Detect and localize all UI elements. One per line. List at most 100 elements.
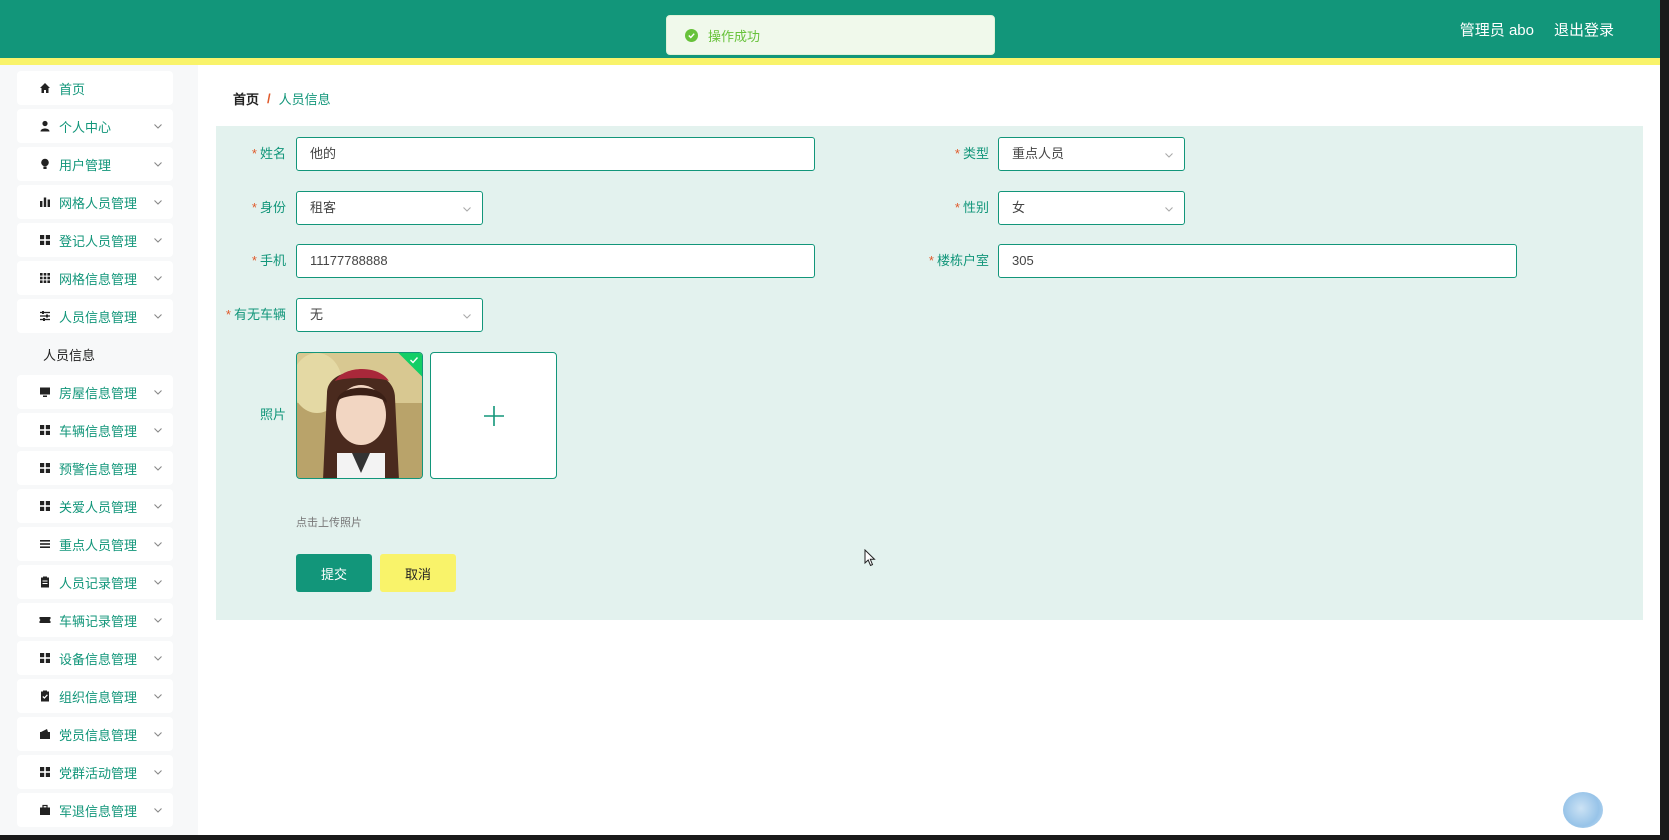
sidebar-item-vehicle-records[interactable]: 车辆记录管理	[17, 603, 173, 637]
sidebar-item-label: 网格信息管理	[59, 271, 138, 287]
sidebar-item-label: 登记人员管理	[59, 233, 138, 249]
sidebar-item-care-staff[interactable]: 关爱人员管理	[17, 489, 173, 523]
sidebar-item-person-records[interactable]: 人员记录管理	[17, 565, 173, 599]
type-select[interactable]: 重点人员	[998, 137, 1185, 171]
grid-icon	[40, 653, 50, 663]
chevron-down-icon	[154, 542, 162, 547]
sidebar-item-key-staff[interactable]: 重点人员管理	[17, 527, 173, 561]
vehicle-select[interactable]: 无	[296, 298, 483, 332]
window-bottom-edge	[0, 835, 1669, 840]
grid-icon	[40, 235, 50, 245]
briefcase-icon	[40, 804, 50, 815]
user-icon	[40, 120, 50, 132]
breadcrumb: 首页 / 人员信息	[233, 89, 331, 108]
sidebar-item-device-info[interactable]: 设备信息管理	[17, 641, 173, 675]
chevron-down-icon	[154, 618, 162, 623]
sidebar-item-home[interactable]: 首页	[17, 71, 173, 105]
chevron-down-icon	[154, 466, 162, 471]
sidebar-item-label: 个人中心	[59, 119, 112, 135]
chevron-down-icon	[154, 238, 162, 243]
chevron-down-icon	[154, 732, 162, 737]
logout-link[interactable]: 退出登录	[1554, 19, 1614, 40]
chevron-down-icon	[154, 694, 162, 699]
ticket-icon	[39, 617, 51, 623]
type-label: * 类型	[954, 146, 989, 161]
identity-select[interactable]: 租客	[296, 191, 483, 225]
mouse-cursor-icon	[864, 549, 876, 567]
sidebar-item-label: 人员记录管理	[59, 575, 138, 591]
sidebar-item-label: 房屋信息管理	[59, 385, 138, 401]
monitor-icon	[40, 387, 50, 397]
sliders-icon	[40, 311, 50, 321]
grid-dots-icon	[40, 273, 50, 283]
chevron-down-icon	[154, 808, 162, 813]
gender-label: * 性别	[954, 200, 989, 215]
sidebar-item-registered-staff[interactable]: 登记人员管理	[17, 223, 173, 257]
room-input[interactable]: 305	[998, 244, 1517, 278]
photo-upload-button[interactable]	[430, 352, 557, 479]
breadcrumb-home-link[interactable]: 首页	[233, 89, 259, 108]
uploaded-photo-thumbnail[interactable]	[296, 352, 423, 479]
header-user-area: 管理员 abo 退出登录	[1460, 19, 1614, 40]
chevron-down-icon	[154, 314, 162, 319]
sidebar-item-grid-staff[interactable]: 网格人员管理	[17, 185, 173, 219]
gender-select[interactable]: 女	[998, 191, 1185, 225]
chevron-down-icon	[154, 428, 162, 433]
floating-assistant-icon[interactable]	[1563, 792, 1603, 828]
success-toast: 操作成功	[666, 15, 995, 55]
chevron-down-icon	[463, 207, 471, 212]
sidebar-item-label: 关爱人员管理	[59, 499, 138, 515]
window-right-edge	[1660, 0, 1669, 840]
sidebar-item-veteran-info[interactable]: 军退信息管理	[17, 793, 173, 827]
breadcrumb-separator: /	[267, 91, 271, 106]
sidebar-item-house-info[interactable]: 房屋信息管理	[17, 375, 173, 409]
submit-button[interactable]: 提交	[296, 554, 372, 592]
sidebar-item-label: 首页	[59, 81, 86, 97]
chevron-down-icon	[154, 504, 162, 509]
sidebar-item-party-member-info[interactable]: 党员信息管理	[17, 717, 173, 751]
bulb-icon	[41, 158, 49, 169]
name-input[interactable]: 他的	[296, 137, 815, 171]
admin-user-label: 管理员 abo	[1459, 22, 1534, 39]
home-icon	[40, 83, 50, 93]
list-icon	[40, 540, 50, 548]
identity-label: * 身份	[251, 200, 286, 215]
chevron-down-icon	[463, 314, 471, 319]
toast-message: 操作成功	[708, 28, 761, 44]
chevron-down-icon	[154, 656, 162, 661]
vehicle-label: * 有无车辆	[225, 307, 286, 322]
sidebar-item-label: 组织信息管理	[59, 689, 138, 705]
wallet-icon	[40, 729, 50, 739]
sidebar-item-label: 人员信息管理	[59, 309, 138, 325]
clipboard-check-icon	[41, 690, 49, 702]
sidebar-item-user-management[interactable]: 用户管理	[17, 147, 173, 181]
phone-input[interactable]: 11177788888	[296, 244, 815, 278]
sidebar-item-vehicle-info[interactable]: 车辆信息管理	[17, 413, 173, 447]
sidebar-subitem-person-info[interactable]: 人员信息	[17, 337, 173, 371]
sidebar-item-warning-info[interactable]: 预警信息管理	[17, 451, 173, 485]
sidebar-item-personal-center[interactable]: 个人中心	[17, 109, 173, 143]
sidebar-item-label: 车辆记录管理	[59, 613, 138, 629]
sidebar-item-organization-info[interactable]: 组织信息管理	[17, 679, 173, 713]
grid-icon	[40, 501, 50, 511]
chevron-down-icon	[154, 580, 162, 585]
grid-icon	[40, 767, 50, 777]
phone-label: * 手机	[251, 253, 286, 268]
sidebar-item-label: 设备信息管理	[59, 651, 138, 667]
sidebar-item-label: 用户管理	[59, 157, 112, 173]
grid-icon	[40, 463, 50, 473]
cancel-button[interactable]: 取消	[380, 554, 456, 592]
success-check-icon	[685, 28, 698, 42]
bar-chart-icon	[40, 197, 50, 207]
chevron-down-icon	[154, 162, 162, 167]
sidebar-item-label: 党群活动管理	[59, 765, 138, 781]
chevron-down-icon	[154, 200, 162, 205]
sidebar-item-label: 党员信息管理	[59, 727, 138, 743]
sidebar-item-label: 重点人员管理	[59, 537, 138, 553]
header-accent-stripe	[0, 58, 1660, 65]
chevron-down-icon	[154, 124, 162, 129]
sidebar-item-person-info-management[interactable]: 人员信息管理	[17, 299, 173, 333]
sidebar-item-party-activities[interactable]: 党群活动管理	[17, 755, 173, 789]
sidebar-item-label: 网格人员管理	[59, 195, 138, 211]
sidebar-item-grid-info[interactable]: 网格信息管理	[17, 261, 173, 295]
